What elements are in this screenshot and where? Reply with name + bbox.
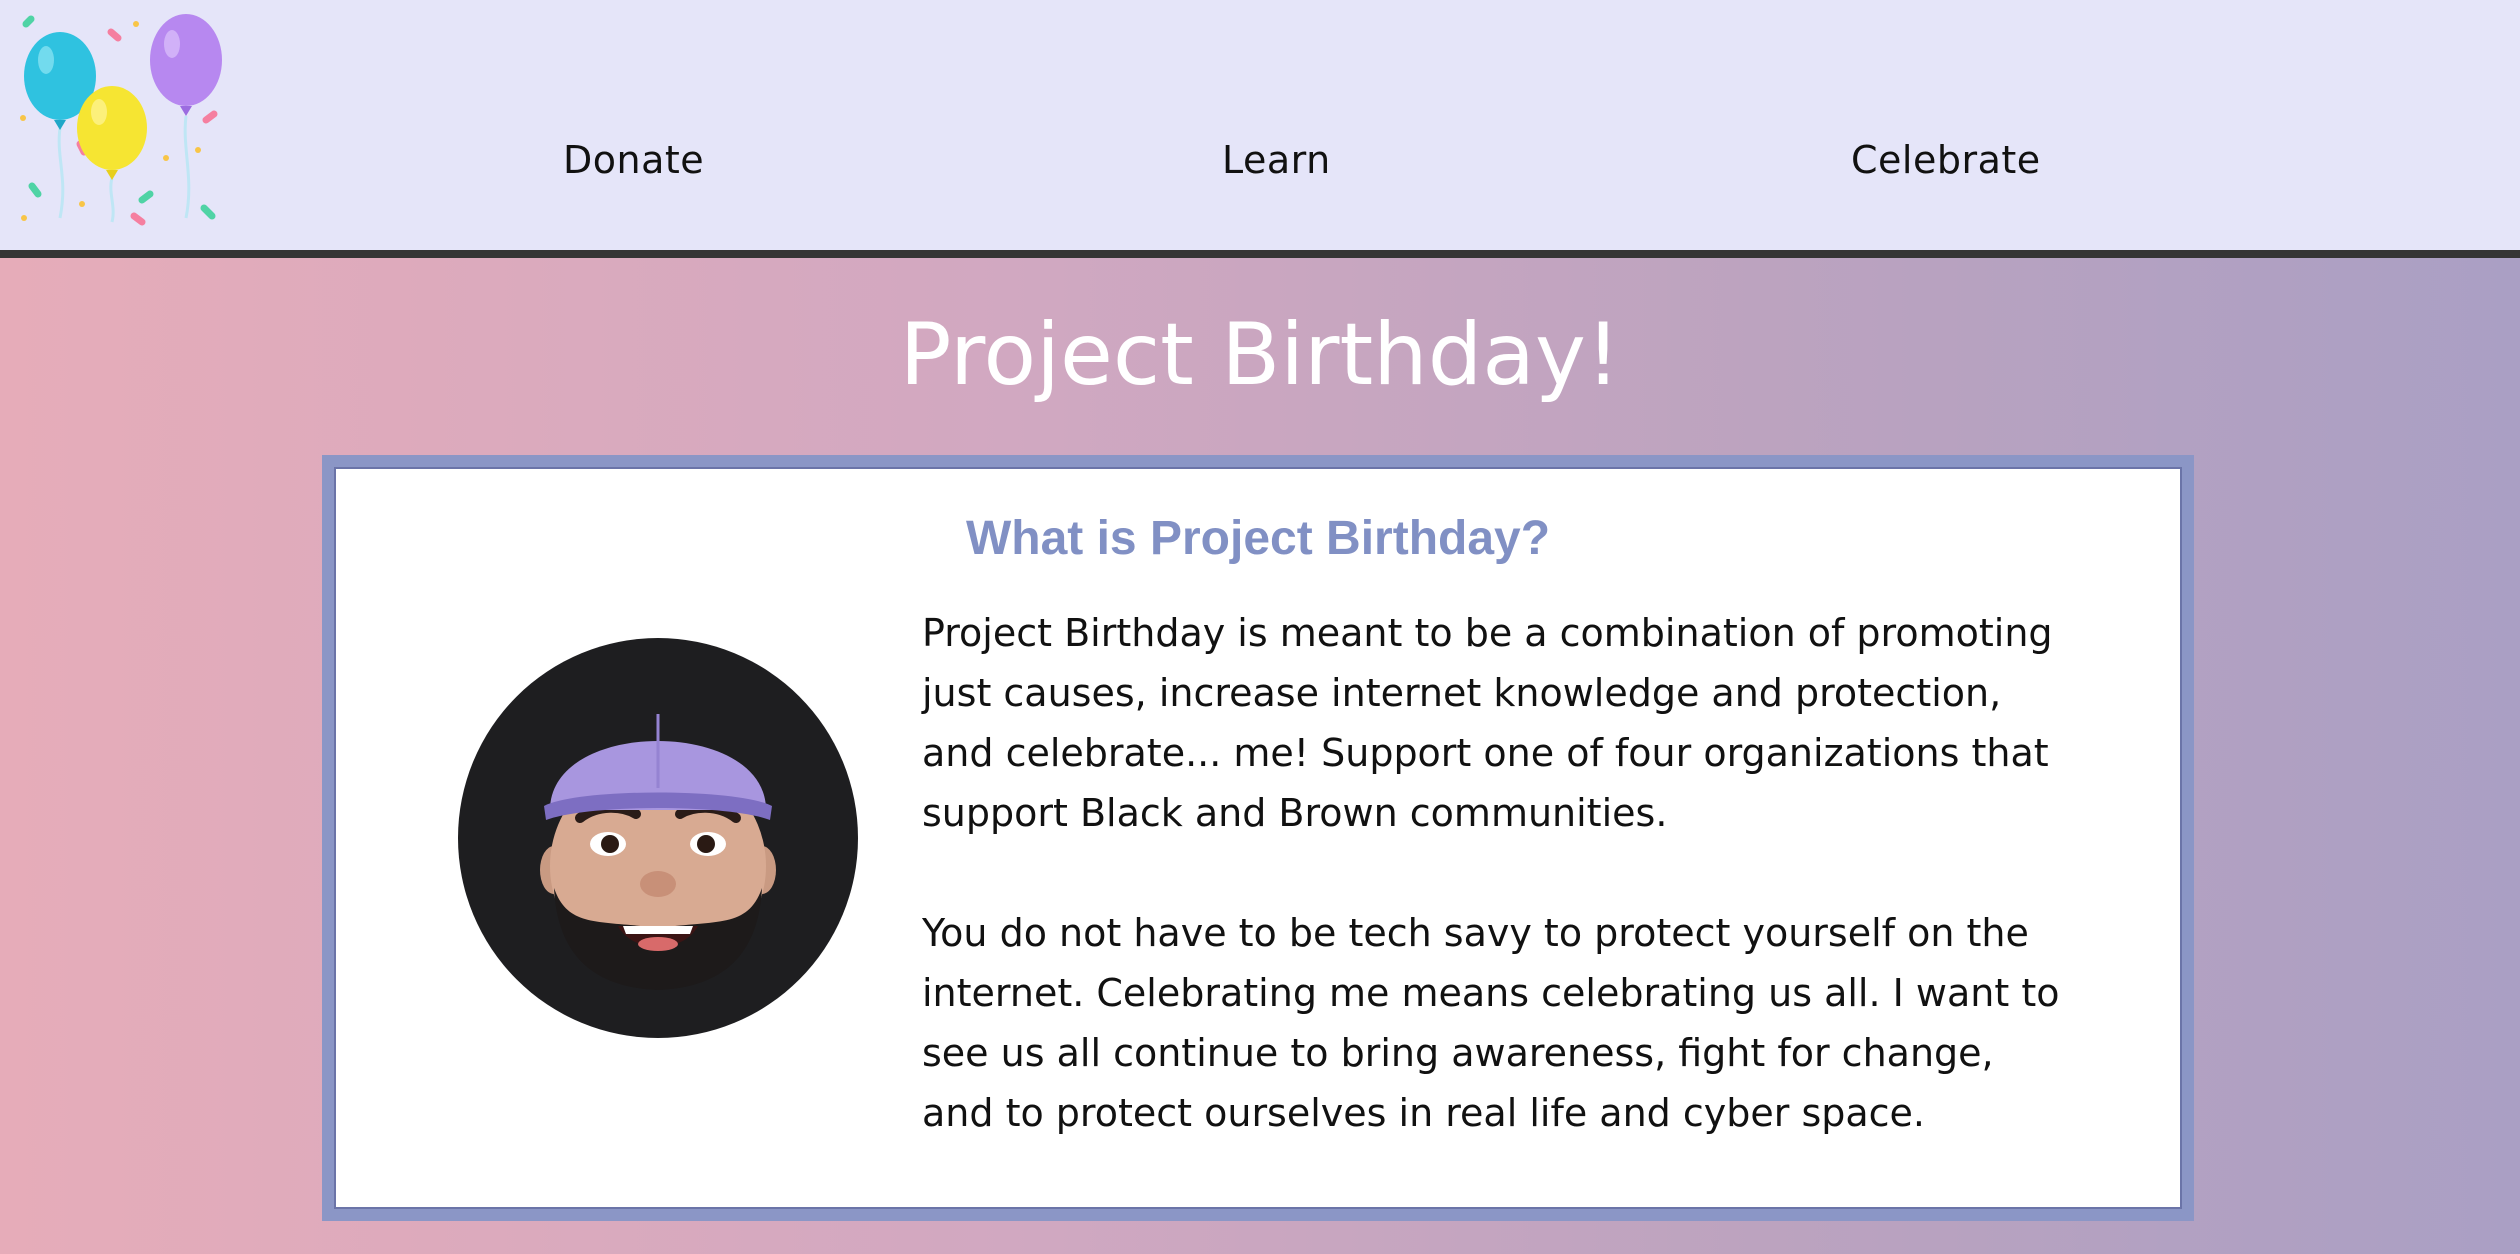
memoji-avatar-icon: [458, 638, 858, 1038]
top-navbar: Donate Learn Celebrate: [0, 0, 2520, 258]
about-card: What is Project Birthday? Project Birthd…: [322, 455, 2194, 1221]
nav-link-learn[interactable]: Learn: [1222, 138, 1331, 182]
page-title: Project Birthday!: [899, 305, 1621, 405]
card-heading: What is Project Birthday?: [965, 512, 1551, 565]
balloons-confetti-icon[interactable]: [16, 8, 236, 233]
about-paragraph-2: You do not have to be tech savy to prote…: [922, 911, 2060, 1135]
nav-link-donate[interactable]: Donate: [563, 138, 704, 182]
about-paragraph-1: Project Birthday is meant to be a combin…: [922, 611, 2053, 835]
nav-link-celebrate[interactable]: Celebrate: [1851, 138, 2041, 182]
